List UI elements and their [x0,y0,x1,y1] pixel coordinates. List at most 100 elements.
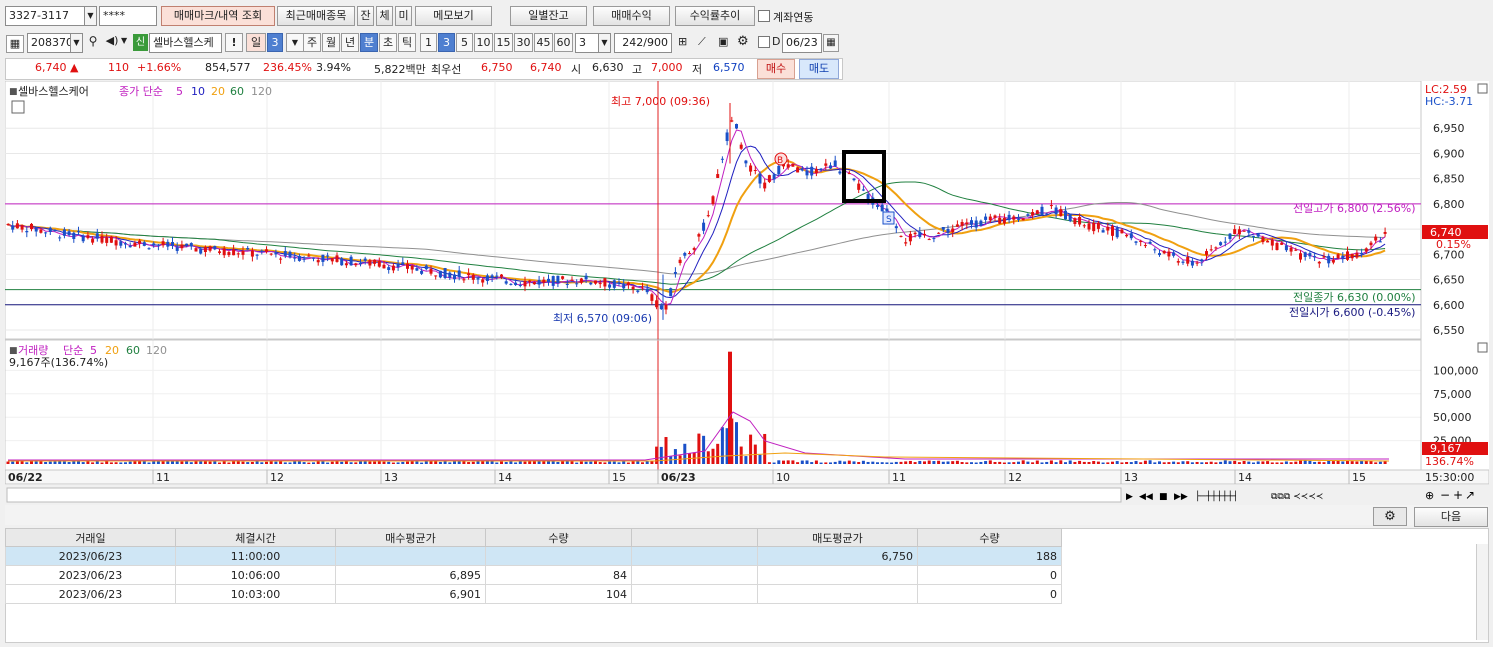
minute-input[interactable]: 3 [575,33,599,53]
stock-name-label: 셀바스헬스케어 [18,85,89,98]
speaker-dropdown-icon[interactable]: ▼ [121,36,127,45]
sell-marker[interactable]: S [882,211,895,225]
link-account-checkbox[interactable] [758,10,770,22]
period-minute-button[interactable]: 분 [360,33,378,52]
chart-tools-icon[interactable]: ⧉⧉⧉ ≺≺≺≺ [1271,492,1323,502]
candle-body [1205,251,1208,255]
stop-icon[interactable]: ■ [1159,492,1168,502]
header-sell-qty[interactable]: 수량 [917,528,1062,547]
minute-dropdown-icon[interactable]: ▼ [598,33,611,53]
scroll-left-icon[interactable]: ▶ [1126,492,1133,502]
minute-10-button[interactable]: 10 [474,33,493,52]
alert-button[interactable]: ! [225,33,243,52]
horizontal-scrollbar[interactable] [6,487,1122,503]
table-row[interactable]: 2023/06/23 10:03:00 6,901 104 0 [5,584,1062,604]
volume-collapse-icon[interactable]: ■ [9,346,18,356]
candle-body [288,251,292,258]
price-maximize-icon[interactable] [1477,83,1488,94]
candle-body [504,281,508,284]
date-checkbox[interactable] [758,36,770,48]
zoom-slider[interactable]: ├─┼┼┼┼┼┤ [1195,490,1238,502]
return-trend-button[interactable]: 수익률추이 [675,6,755,26]
minute-3-button[interactable]: 3 [438,33,455,52]
period-day-count-button[interactable]: 3 [267,33,283,52]
trade-profit-button[interactable]: 매매수익 [593,6,670,26]
volume-maximize-icon[interactable] [1477,342,1488,353]
candle-body [279,258,283,260]
header-buy-qty[interactable]: 수량 [485,528,632,547]
candle-body [1096,222,1100,229]
period-day-button[interactable]: 일 [246,33,266,52]
prev-page-icon[interactable]: ◀◀ [1139,492,1153,502]
data-count-field[interactable]: 242/900 [614,33,672,53]
gear-icon[interactable]: ⚙ [737,34,753,50]
vertical-scrollbar[interactable] [1476,544,1488,640]
table-row[interactable]: 2023/06/23 10:06:00 6,895 84 0 [5,565,1062,585]
minute-15-button[interactable]: 15 [494,33,513,52]
period-month-button[interactable]: 월 [322,33,340,52]
period-tick-button[interactable]: 틱 [398,33,416,52]
candle-body [965,222,969,225]
memo-button[interactable]: 메모보기 [415,6,492,26]
next-button[interactable]: 다음 [1414,507,1488,527]
period-second-button[interactable]: 초 [379,33,397,52]
password-field[interactable]: **** [99,6,157,26]
minute-5-button[interactable]: 5 [456,33,473,52]
settings-gear-icon[interactable]: ⚙ [1373,507,1407,526]
minute-45-button[interactable]: 45 [534,33,553,52]
zoom-in-icon[interactable]: ⊕ [1425,489,1434,502]
indicator-icon[interactable]: ⊞ [678,35,696,51]
sell-button[interactable]: 매도 [799,59,839,79]
next-page-icon[interactable]: ▶▶ [1174,492,1188,502]
stock-code-dropdown-icon[interactable]: ▼ [70,33,83,53]
candle-body [1313,256,1317,258]
stock-chart[interactable]: ■ 셀바스헬스케어 종가 단순 5 10 20 60 120 최고 7,000 … [5,81,1489,506]
candle-body [955,224,959,227]
daily-balance-button[interactable]: 일별잔고 [510,6,587,26]
filled-button[interactable]: 체 [376,6,393,26]
price-tick: 6,550 [1433,324,1465,337]
volume-bar [979,461,983,464]
date-field[interactable]: 06/23 [782,33,822,53]
search-icon[interactable]: ⚲ [85,34,101,52]
volume-tick: 50,000 [1433,411,1472,424]
minute-30-button[interactable]: 30 [514,33,533,52]
minute-1-button[interactable]: 1 [420,33,437,52]
collapse-icon[interactable]: ■ [9,87,18,97]
plus-icon[interactable]: + [1453,488,1463,502]
calendar-icon[interactable]: ▦ [823,34,839,52]
header-buy-avg[interactable]: 매수평균가 [335,528,486,547]
save-icon[interactable]: ▣ [718,35,734,51]
candle-body [438,270,442,278]
stock-name-field[interactable]: 셀바스헬스케 [149,33,222,53]
trade-mark-button[interactable]: 매매마크/내역 조회 [161,6,275,26]
stock-code-field[interactable]: 208370 [27,33,71,53]
indicator-table-icon[interactable] [11,100,25,114]
speaker-icon[interactable]: ◀) [104,34,120,52]
period-week-button[interactable]: 주 [303,33,321,52]
header-trade-date[interactable]: 거래일 [5,528,176,547]
table-row[interactable]: 2023/06/23 11:00:00 6,750 188 [5,546,1062,566]
period-dropdown-icon[interactable]: ▼ [286,33,304,52]
candle-body [124,243,127,245]
account-dropdown-icon[interactable]: ▼ [84,6,97,26]
fullscreen-icon[interactable]: ↗ [1465,488,1475,502]
candle-body [876,205,879,207]
volume-bar [579,461,583,464]
volume-bar [1289,462,1293,464]
layout-icon[interactable]: ▦ [6,35,24,53]
header-sell-avg[interactable]: 매도평균가 [757,528,918,547]
candle-body [735,123,738,129]
buy-button[interactable]: 매수 [757,59,795,79]
recent-stocks-button[interactable]: 최근매매종목 [277,6,355,26]
balance-button[interactable]: 잔 [357,6,374,26]
drawing-tool-icon[interactable]: ⟋ [698,35,716,51]
account-field[interactable]: 3327-3117 [5,6,85,26]
minus-icon[interactable]: − [1440,488,1450,502]
unfilled-button[interactable]: 미 [395,6,412,26]
high-label: 고 [632,63,643,76]
volume-bar [782,460,785,464]
header-exec-time[interactable]: 체결시간 [175,528,336,547]
period-year-button[interactable]: 년 [341,33,359,52]
minute-60-button[interactable]: 60 [554,33,573,52]
